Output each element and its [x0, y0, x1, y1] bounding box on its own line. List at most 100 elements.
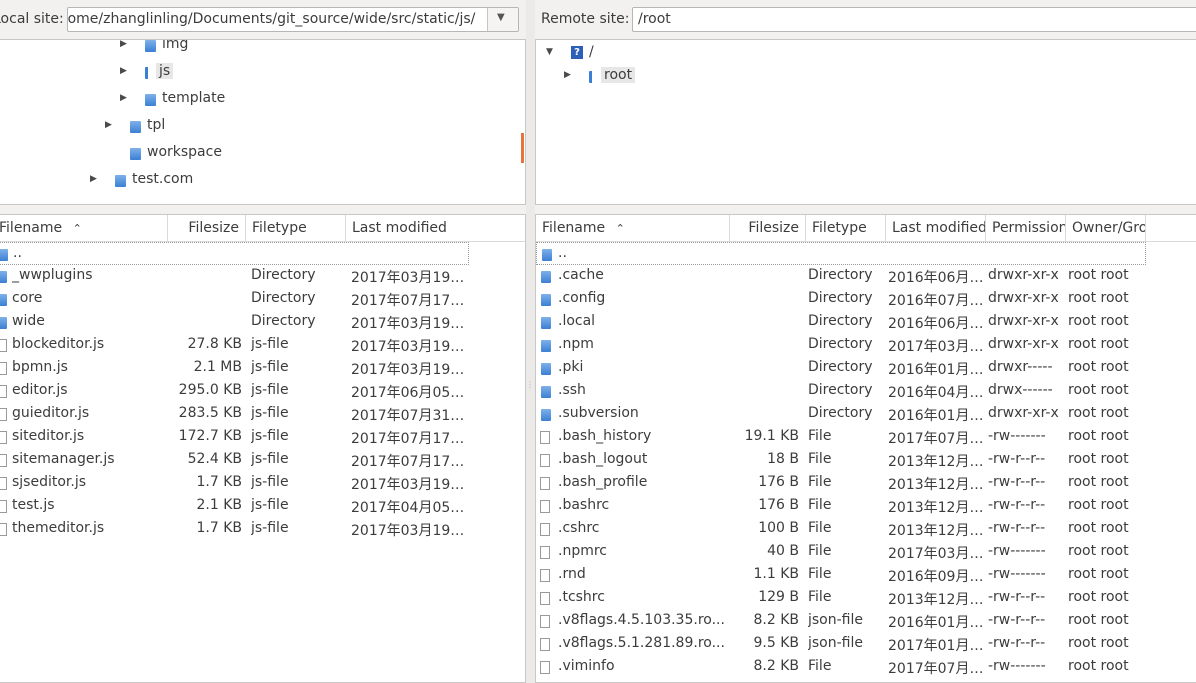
- file-type: js-file: [251, 336, 289, 352]
- file-row[interactable]: bpmn.js 2.1 MB js-file 2017年03月19…: [0, 357, 525, 380]
- expander-arrow-icon[interactable]: ▶: [120, 66, 127, 76]
- folder-icon: [0, 249, 8, 261]
- column-filename[interactable]: Filename ⌃: [0, 215, 168, 241]
- file-name: .config: [558, 290, 606, 306]
- file-row[interactable]: .v8flags.4.5.103.35.ro... 8.2 KB json-file…: [536, 610, 1196, 633]
- file-icon: [0, 385, 7, 398]
- collapse-arrow-icon[interactable]: ▼: [546, 47, 553, 57]
- local-tree-panel[interactable]: ▶ img ▶ js ▶ template ▶ tpl workspace ▶ …: [0, 39, 526, 205]
- scroll-indicator[interactable]: [521, 133, 524, 163]
- column-last-modified[interactable]: Last modified: [346, 215, 476, 241]
- column-filetype[interactable]: Filetype: [806, 215, 886, 241]
- file-owner: root root: [1068, 658, 1129, 674]
- file-modified: 2016年01月…: [888, 408, 982, 424]
- sort-ascending-icon: ⌃: [72, 222, 82, 235]
- file-size: 2.1 KB: [196, 497, 243, 513]
- file-modified: 2017年07月…: [888, 431, 982, 447]
- column-filename[interactable]: Filename ⌃: [536, 215, 730, 241]
- expander-arrow-icon[interactable]: ▶: [90, 174, 97, 184]
- file-type: File: [808, 474, 832, 490]
- file-row[interactable]: sitemanager.js 52.4 KB js-file 2017年07月17…: [0, 449, 525, 472]
- tree-item-js[interactable]: ▶ js: [0, 60, 499, 87]
- vertical-splitter[interactable]: ⋮: [526, 0, 535, 683]
- local-path-dropdown-button[interactable]: ▼: [487, 8, 518, 31]
- file-row[interactable]: editor.js 295.0 KB js-file 2017年06月05…: [0, 380, 525, 403]
- file-name: wide: [12, 313, 45, 329]
- remote-tree-panel[interactable]: ▼ ? / ▶ root: [535, 39, 1196, 205]
- file-name: test.js: [12, 497, 55, 513]
- file-row[interactable]: .cshrc 100 B File 2013年12月… -rw-r--r-- root r…: [536, 518, 1196, 541]
- file-row[interactable]: themeditor.js 1.7 KB js-file 2017年03月19…: [0, 518, 525, 541]
- file-size: 8.2 KB: [753, 612, 800, 628]
- file-name: .tcshrc: [558, 589, 605, 605]
- parent-dir-row[interactable]: ..: [0, 242, 469, 265]
- file-row[interactable]: .bash_profile 176 B File 2013年12月… -rw-r--r-…: [536, 472, 1196, 495]
- file-row[interactable]: .bash_logout 18 B File 2013年12月… -rw-r--r-- r…: [536, 449, 1196, 472]
- remote-path-combobox[interactable]: /root: [632, 7, 1196, 32]
- file-permission: -rw-------: [988, 658, 1046, 674]
- file-owner: root root: [1068, 405, 1129, 421]
- tree-item-workspace[interactable]: workspace: [0, 141, 499, 168]
- file-size: 1.7 KB: [196, 520, 243, 536]
- file-row[interactable]: .pki Directory 2016年01月… drwxr----- root roo…: [536, 357, 1196, 380]
- file-name: .bash_profile: [558, 474, 648, 490]
- file-modified: 2016年01月…: [888, 615, 982, 631]
- file-row[interactable]: .bash_history 19.1 KB File 2017年07月… -rw----…: [536, 426, 1196, 449]
- file-permission: -rw-r--r--: [988, 520, 1046, 536]
- file-name: .ssh: [558, 382, 586, 398]
- column-permission[interactable]: Permission: [986, 215, 1066, 241]
- file-row[interactable]: .rnd 1.1 KB File 2016年09月… -rw------- root ro…: [536, 564, 1196, 587]
- file-row[interactable]: .ssh Directory 2016年04月… drwx------ root roo…: [536, 380, 1196, 403]
- expander-arrow-icon[interactable]: ▶: [564, 70, 571, 80]
- file-row[interactable]: wide Directory 2017年03月19…: [0, 311, 525, 334]
- file-size: 18 B: [767, 451, 799, 467]
- file-row[interactable]: .viminfo 8.2 KB File 2017年07月… -rw------- roo…: [536, 656, 1196, 679]
- file-size: 283.5 KB: [178, 405, 242, 421]
- file-row[interactable]: .tcshrc 129 B File 2013年12月… -rw-r--r-- root …: [536, 587, 1196, 610]
- file-permission: -rw-r--r--: [988, 497, 1046, 513]
- file-name: .npm: [558, 336, 594, 352]
- local-file-list[interactable]: Filename ⌃ Filesize Filetype Last modifi…: [0, 214, 526, 683]
- column-last-modified[interactable]: Last modified: [886, 215, 986, 241]
- remote-path-input[interactable]: /root: [638, 11, 671, 27]
- column-filesize[interactable]: Filesize: [730, 215, 806, 241]
- tree-item-template[interactable]: ▶ template: [0, 87, 499, 114]
- file-row[interactable]: .cache Directory 2016年06月… drwxr-xr-x root r…: [536, 265, 1196, 288]
- file-row[interactable]: .config Directory 2016年07月… drwxr-xr-x root …: [536, 288, 1196, 311]
- tree-item-test-com[interactable]: ▶ test.com: [0, 168, 499, 195]
- file-row[interactable]: core Directory 2017年07月17…: [0, 288, 525, 311]
- remote-file-list[interactable]: Filename ⌃ Filesize Filetype Last modifi…: [535, 214, 1196, 683]
- column-filetype[interactable]: Filetype: [246, 215, 346, 241]
- local-path-input[interactable]: /home/zhanglinling/Documents/git_source/…: [68, 11, 475, 27]
- file-icon: [540, 523, 550, 536]
- file-row[interactable]: _wwplugins Directory 2017年03月19…: [0, 265, 525, 288]
- file-row[interactable]: .npmrc 40 B File 2017年03月… -rw------- root ro…: [536, 541, 1196, 564]
- local-path-combobox[interactable]: /home/zhanglinling/Documents/git_source/…: [67, 7, 519, 32]
- file-row[interactable]: siteditor.js 172.7 KB js-file 2017年07月17…: [0, 426, 525, 449]
- file-row[interactable]: .bashrc 176 B File 2013年12月… -rw-r--r-- root …: [536, 495, 1196, 518]
- file-row[interactable]: blockeditor.js 27.8 KB js-file 2017年03月19…: [0, 334, 525, 357]
- file-row[interactable]: test.js 2.1 KB js-file 2017年04月05…: [0, 495, 525, 518]
- file-row[interactable]: guieditor.js 283.5 KB js-file 2017年07月31…: [0, 403, 525, 426]
- file-permission: drwxr-xr-x: [988, 267, 1059, 283]
- column-filesize[interactable]: Filesize: [168, 215, 246, 241]
- file-row[interactable]: .v8flags.5.1.281.89.ro... 9.5 KB json-file…: [536, 633, 1196, 656]
- file-icon: [540, 477, 550, 490]
- file-row[interactable]: .npm Directory 2017年03月… drwxr-xr-x root roo…: [536, 334, 1196, 357]
- tree-item-tpl[interactable]: ▶ tpl: [0, 114, 499, 141]
- file-size: 129 B: [758, 589, 799, 605]
- file-type: File: [808, 658, 832, 674]
- file-row[interactable]: .subversion Directory 2016年01月… drwxr-xr-x r…: [536, 403, 1196, 426]
- folder-icon: [130, 121, 141, 133]
- expander-arrow-icon[interactable]: ▶: [105, 120, 112, 130]
- file-type: Directory: [251, 313, 316, 329]
- column-owner-group[interactable]: Owner/Gro: [1066, 215, 1146, 241]
- file-row[interactable]: .local Directory 2016年06月… drwxr-xr-x root r…: [536, 311, 1196, 334]
- expander-arrow-icon[interactable]: ▶: [120, 40, 127, 49]
- parent-dir-row[interactable]: ..: [536, 242, 1146, 265]
- file-row[interactable]: sjseditor.js 1.7 KB js-file 2017年03月19…: [0, 472, 525, 495]
- file-name: sjseditor.js: [12, 474, 87, 490]
- tree-item-img[interactable]: ▶ img: [0, 40, 499, 60]
- expander-arrow-icon[interactable]: ▶: [120, 93, 127, 103]
- tree-item-root[interactable]: ▶ root: [536, 64, 836, 91]
